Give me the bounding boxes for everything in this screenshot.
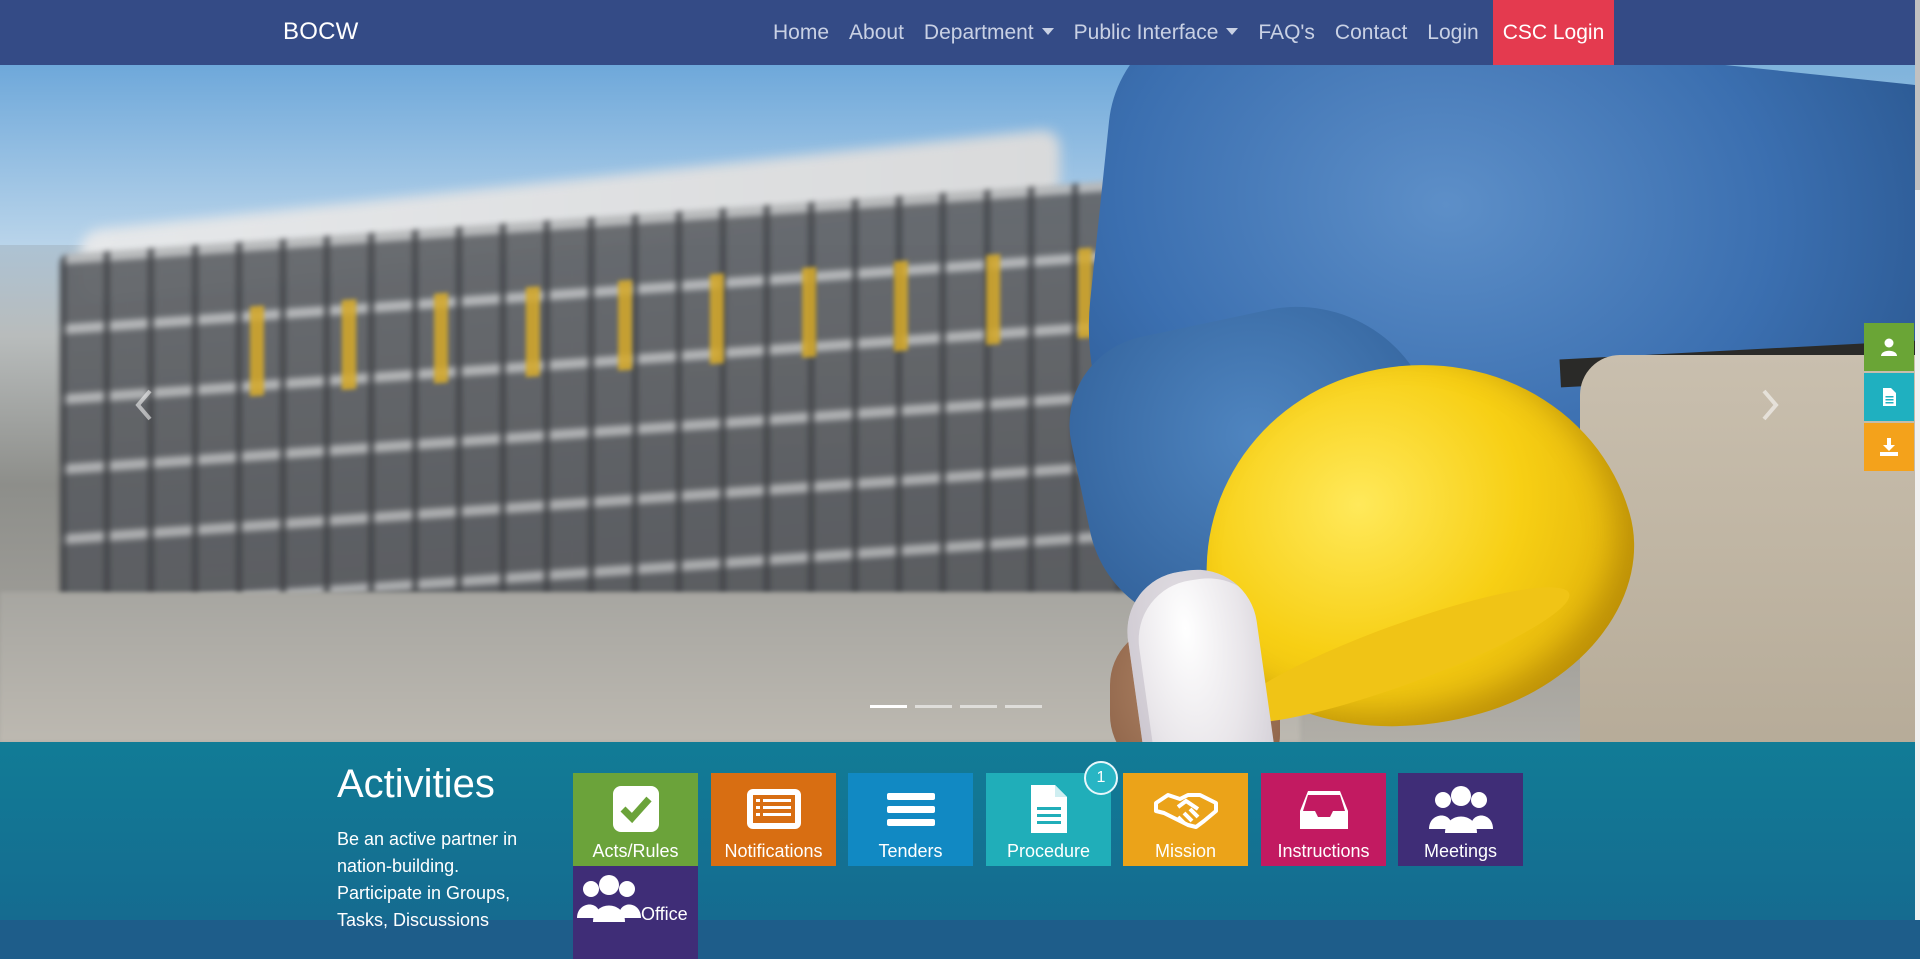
check-icon	[612, 786, 659, 832]
nav-contact[interactable]: Contact	[1325, 0, 1417, 65]
scrollbar-thumb[interactable]	[1915, 0, 1920, 190]
inbox-icon	[1299, 791, 1348, 829]
activities-title: Activities	[337, 762, 495, 806]
tile-label: Meetings	[1423, 841, 1498, 861]
carousel-next-button[interactable]	[1758, 385, 1782, 425]
top-navbar: BOCW Home About Department Public Interf…	[0, 0, 1915, 65]
chevron-right-icon	[1762, 389, 1779, 421]
user-icon	[1881, 338, 1897, 356]
tile-label: Notifications	[724, 841, 823, 861]
carousel-indicators	[870, 705, 1042, 708]
tile-label: Office	[641, 904, 688, 924]
tile-meetings[interactable]: Meetings	[1398, 773, 1523, 866]
activities-section: Activities Be an active partner in natio…	[0, 742, 1915, 959]
nav-public-interface-label: Public Interface	[1073, 21, 1219, 44]
tile-acts-rules[interactable]: Acts/Rules	[573, 773, 698, 866]
tile-mission[interactable]: Mission	[1123, 773, 1248, 866]
group-icon	[577, 875, 641, 922]
side-document-button[interactable]	[1864, 373, 1914, 421]
handshake-icon	[1153, 793, 1218, 829]
nav-about[interactable]: About	[839, 0, 914, 65]
nav-login[interactable]: Login	[1417, 0, 1488, 65]
tile-label: Acts/Rules	[592, 841, 679, 861]
activities-description: Be an active partner in nation-building.…	[337, 829, 518, 930]
nav-department[interactable]: Department	[914, 0, 1064, 65]
hero-carousel	[0, 65, 1915, 742]
csc-login-button[interactable]: CSC Login	[1492, 0, 1615, 65]
menu-icon	[886, 793, 935, 826]
tile-label: Procedure	[1006, 841, 1091, 861]
chevron-down-icon	[1226, 27, 1239, 35]
tile-label: Mission	[1154, 841, 1216, 861]
carousel-indicator-1[interactable]	[870, 705, 907, 708]
document-icon	[1883, 388, 1896, 406]
carousel-indicator-2[interactable]	[915, 705, 952, 708]
side-quick-links	[1864, 323, 1914, 473]
nav-faqs[interactable]: FAQ's	[1248, 0, 1325, 65]
main-nav: Home About Department Public Interface F…	[763, 0, 1615, 65]
tile-instructions[interactable]: Instructions	[1261, 773, 1386, 866]
tile-office[interactable]: Office	[573, 866, 698, 959]
download-icon	[1880, 438, 1898, 456]
nav-department-label: Department	[923, 21, 1034, 44]
document-icon	[1030, 785, 1067, 833]
notification-badge: 1	[1084, 761, 1118, 795]
brand-logo[interactable]: BOCW	[283, 18, 358, 46]
carousel-indicator-4[interactable]	[1005, 705, 1042, 708]
side-user-button[interactable]	[1864, 323, 1914, 371]
tile-tenders[interactable]: Tenders	[848, 773, 973, 866]
carousel-indicator-3[interactable]	[960, 705, 997, 708]
side-download-button[interactable]	[1864, 423, 1914, 471]
tile-label: Instructions	[1277, 841, 1370, 861]
group-icon	[1428, 786, 1493, 833]
tile-label: Tenders	[878, 841, 943, 861]
chevron-down-icon	[1041, 27, 1054, 35]
carousel-prev-button[interactable]	[132, 385, 156, 425]
chevron-left-icon	[135, 389, 152, 421]
nav-home[interactable]: Home	[763, 0, 839, 65]
nav-public-interface[interactable]: Public Interface	[1064, 0, 1249, 65]
list-icon	[746, 789, 801, 829]
tile-notifications[interactable]: Notifications	[711, 773, 836, 866]
